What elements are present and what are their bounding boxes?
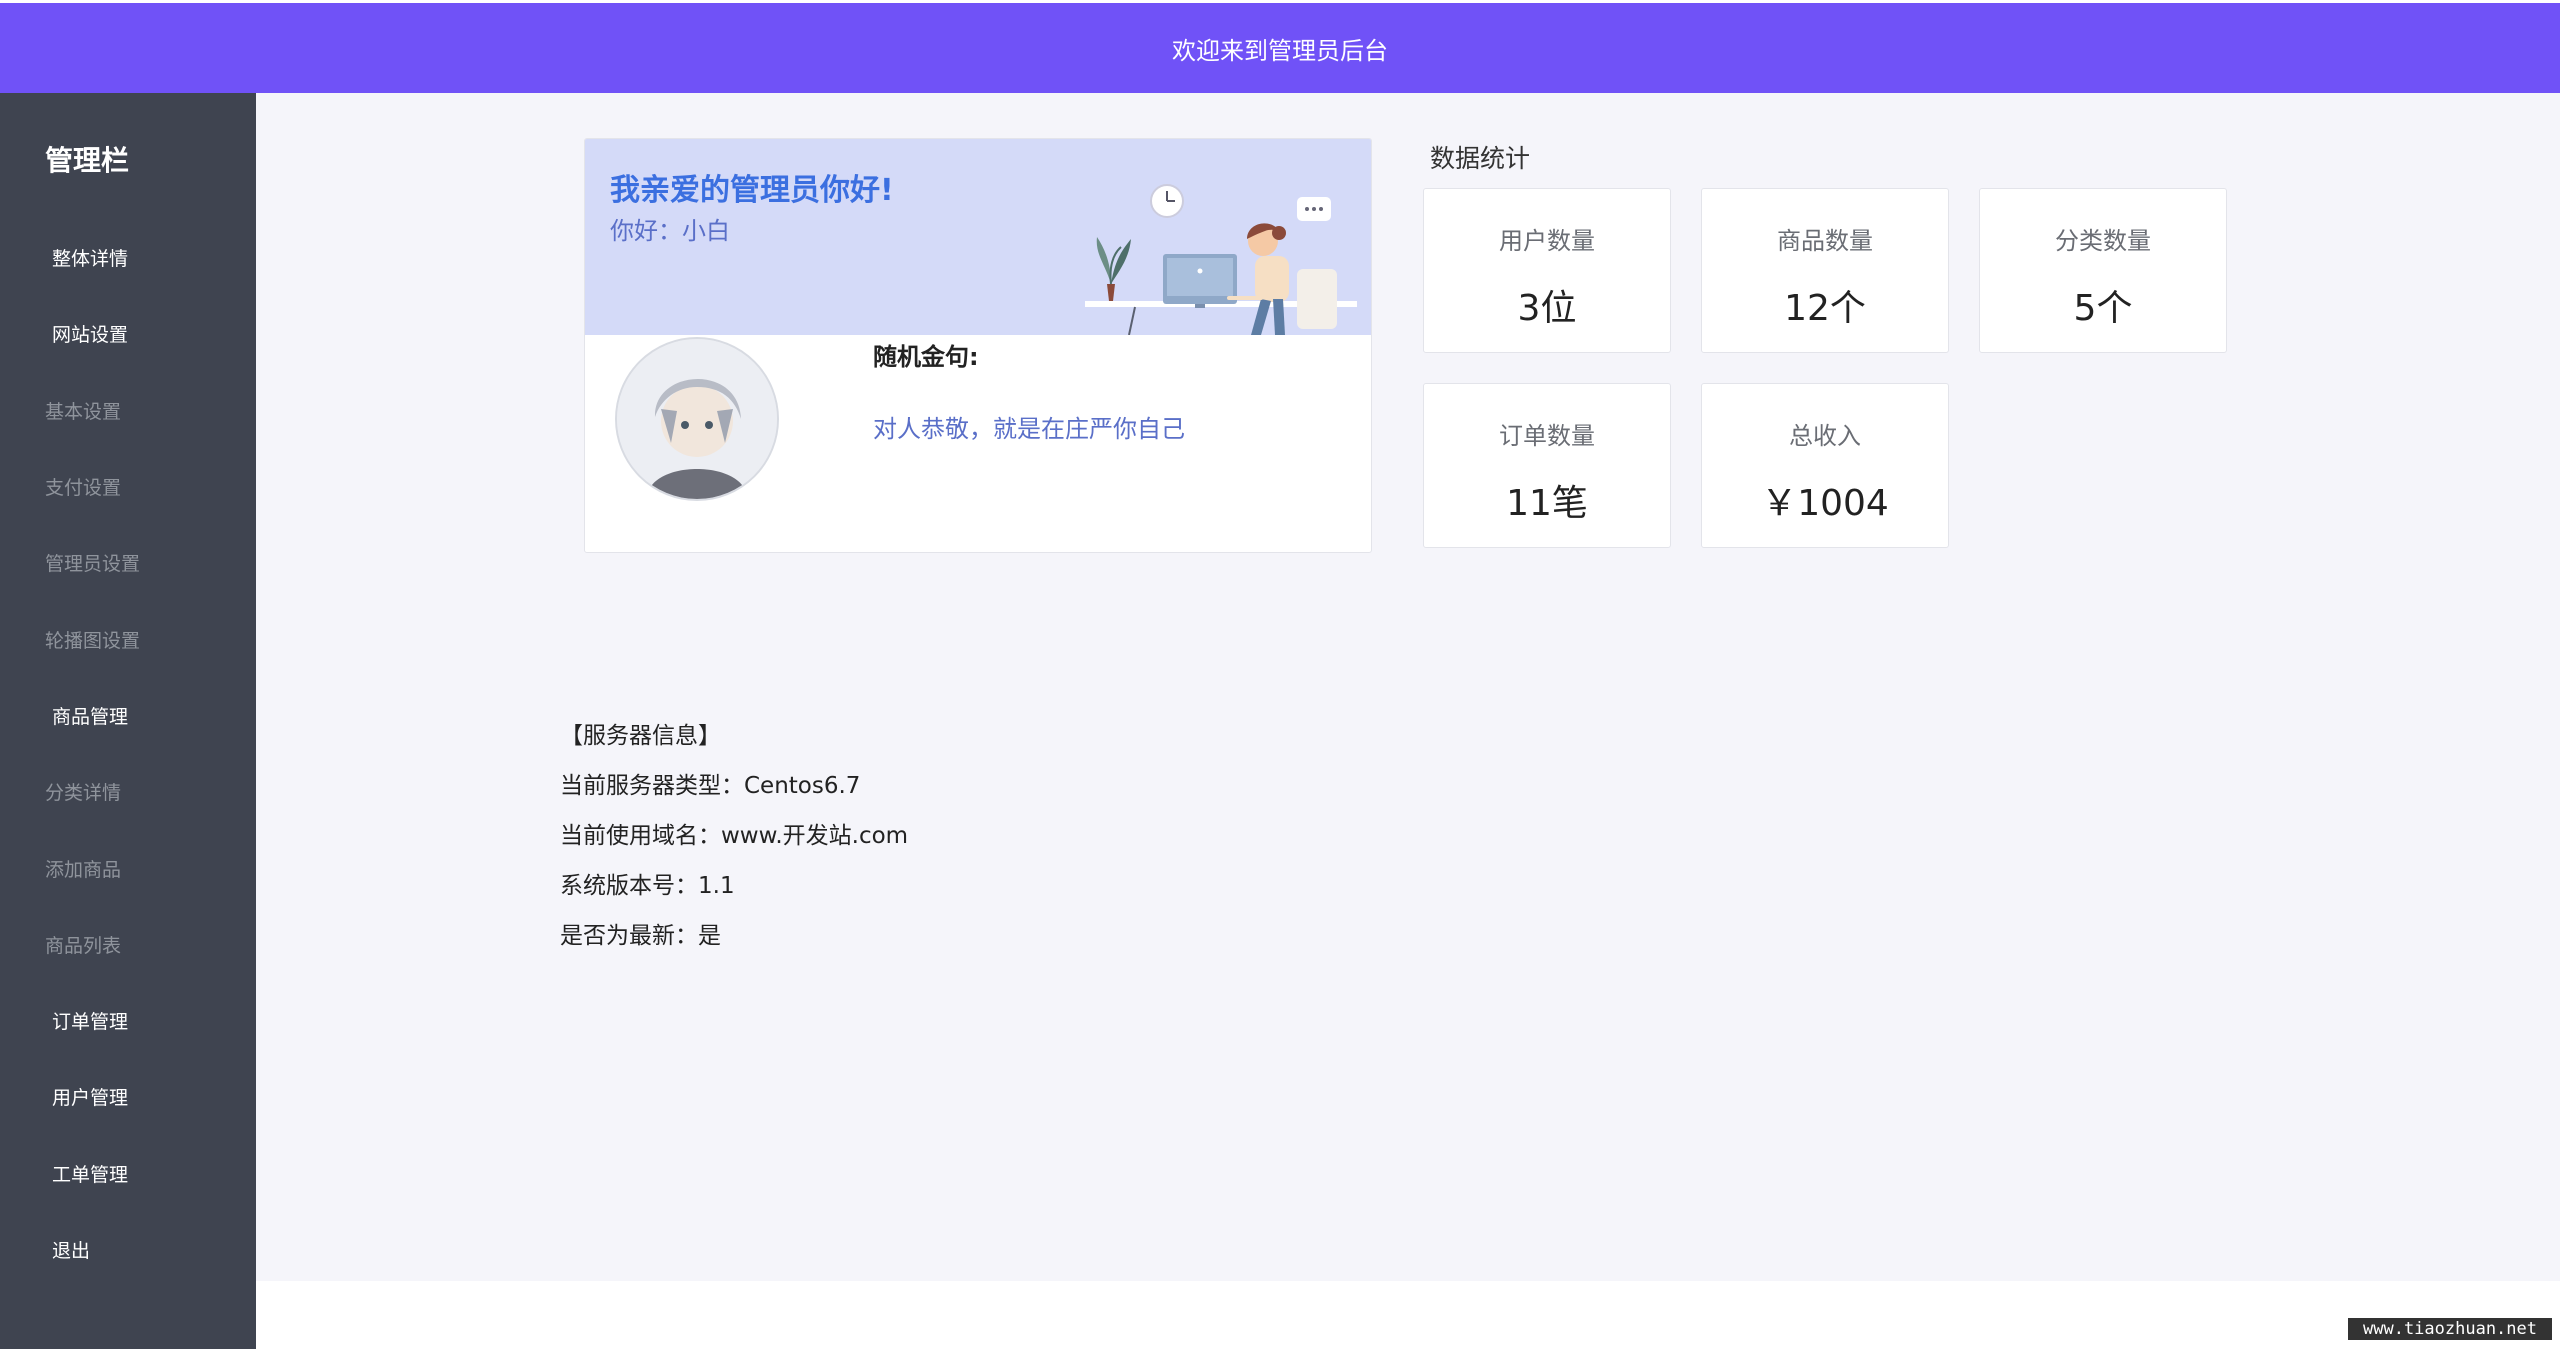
- stat-label: 分类数量: [2055, 227, 2151, 255]
- sidebar: 管理栏 整体详情 网站设置 基本设置 支付设置 管理员设置 轮播图设置 商品管理…: [0, 93, 256, 1349]
- welcome-card: 我亲爱的管理员你好! 你好：小白 随机金句: 对人恭敬，就是在庄严你自己: [584, 138, 1372, 553]
- sidebar-item-order-management[interactable]: 订单管理: [52, 1007, 128, 1034]
- sidebar-item-add-product[interactable]: 添加商品: [45, 855, 121, 882]
- stat-value: 12个: [1784, 288, 1866, 329]
- stats-title: 数据统计: [1430, 144, 1531, 173]
- sidebar-item-overview[interactable]: 整体详情: [52, 244, 128, 271]
- watermark: www.tiaozhuan.net: [2348, 1318, 2552, 1340]
- sidebar-brand: 管理栏: [45, 144, 130, 177]
- sidebar-item-ticket-management[interactable]: 工单管理: [52, 1160, 128, 1187]
- sidebar-item-category-details[interactable]: 分类详情: [45, 778, 121, 805]
- header-title: 欢迎来到管理员后台: [1172, 36, 1388, 65]
- server-info-heading: 【服务器信息】: [560, 723, 721, 749]
- sidebar-item-site-settings[interactable]: 网站设置: [52, 320, 128, 347]
- stat-card-revenue: 总收入 ￥1004: [1701, 383, 1949, 548]
- welcome-banner: 我亲爱的管理员你好! 你好：小白: [585, 139, 1371, 335]
- stat-label: 用户数量: [1499, 227, 1595, 255]
- sidebar-item-product-list[interactable]: 商品列表: [45, 931, 121, 958]
- stat-card-users: 用户数量 3位: [1423, 188, 1671, 353]
- welcome-title: 我亲爱的管理员你好!: [610, 173, 894, 208]
- server-type: 当前服务器类型：Centos6.7: [560, 773, 861, 799]
- random-quote: 对人恭敬，就是在庄严你自己: [873, 415, 1185, 443]
- stat-card-orders: 订单数量 11笔: [1423, 383, 1671, 548]
- sidebar-item-carousel-settings[interactable]: 轮播图设置: [45, 626, 140, 653]
- sidebar-item-user-management[interactable]: 用户管理: [52, 1083, 128, 1110]
- stat-value: 3位: [1517, 288, 1577, 329]
- stat-value: 5个: [2073, 288, 2133, 329]
- sidebar-item-payment-settings[interactable]: 支付设置: [45, 473, 121, 500]
- sidebar-item-logout[interactable]: 退出: [52, 1236, 90, 1263]
- stat-label: 商品数量: [1777, 227, 1873, 255]
- stat-label: 订单数量: [1499, 422, 1595, 450]
- top-header: 欢迎来到管理员后台: [0, 3, 2560, 93]
- sidebar-item-basic-settings[interactable]: 基本设置: [45, 397, 121, 424]
- quote-label: 随机金句:: [873, 343, 979, 371]
- stat-card-categories: 分类数量 5个: [1979, 188, 2227, 353]
- admin-avatar: [615, 337, 779, 501]
- system-version: 系统版本号：1.1: [560, 873, 735, 899]
- sidebar-item-admin-settings[interactable]: 管理员设置: [45, 549, 140, 576]
- server-domain: 当前使用域名：www.开发站.com: [560, 823, 909, 849]
- server-info: 【服务器信息】 当前服务器类型：Centos6.7 当前使用域名：www.开发站…: [560, 711, 908, 961]
- office-illustration: [1085, 184, 1357, 335]
- is-latest: 是否为最新：是: [560, 923, 721, 949]
- stat-value: 11笔: [1506, 483, 1588, 524]
- main-content: 我亲爱的管理员你好! 你好：小白 随机金句: 对人恭敬，就是在庄严你自己 数据统…: [256, 93, 2560, 1281]
- stat-card-products: 商品数量 12个: [1701, 188, 1949, 353]
- stat-value: ￥1004: [1761, 483, 1889, 524]
- stat-label: 总收入: [1789, 422, 1861, 450]
- sidebar-item-product-management[interactable]: 商品管理: [52, 702, 128, 729]
- welcome-greeting: 你好：小白: [610, 217, 730, 245]
